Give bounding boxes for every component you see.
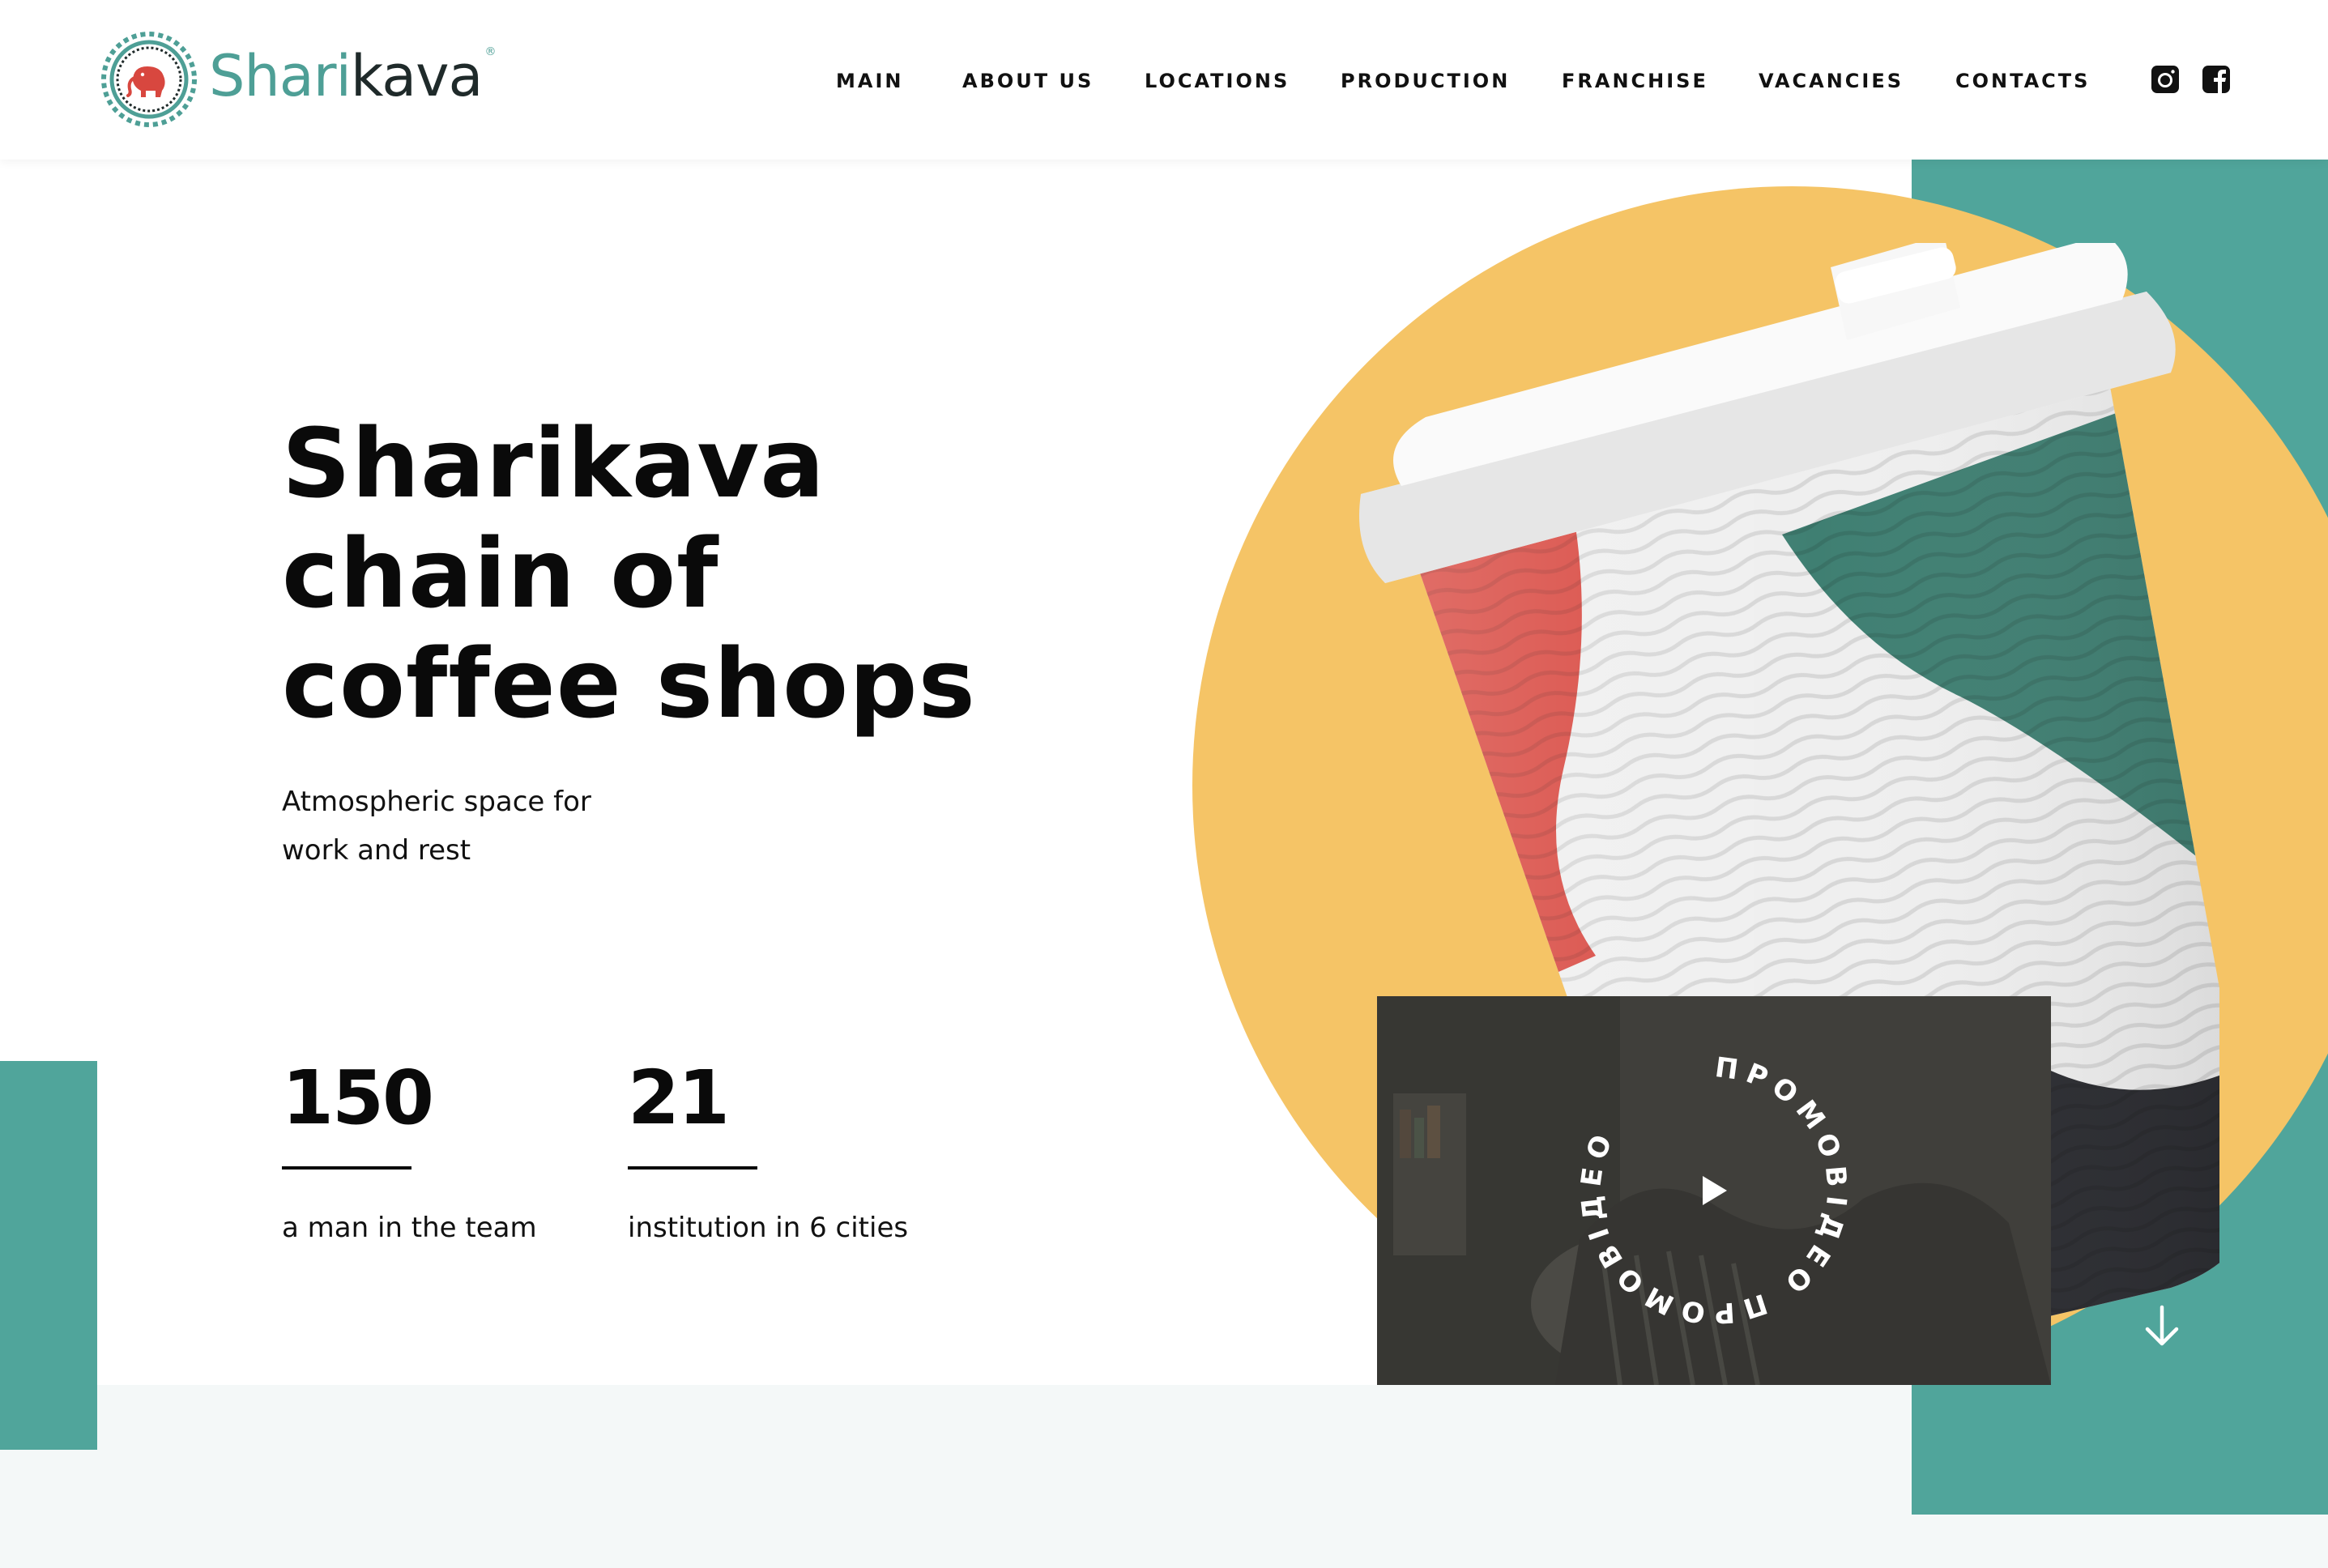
nav-item-main[interactable]: MAIN	[836, 65, 903, 97]
nav-item-contacts[interactable]: CONTACTS	[1955, 65, 2090, 97]
hero-title-line-2: chain of	[282, 518, 719, 629]
stat-team-label: a man in the team	[282, 1212, 537, 1244]
nav-item-vacancies[interactable]: VACANCIES	[1759, 65, 1904, 97]
hero-subtitle-line-1: Atmospheric space for	[282, 786, 591, 818]
elephant-mandala-icon	[101, 32, 197, 127]
nav-item-about-us[interactable]: ABOUT US	[962, 65, 1094, 97]
stat-institutions-label: institution in 6 cities	[628, 1212, 909, 1244]
brand-name-part-a: Shari	[209, 43, 352, 109]
brand-name-part-b: kava	[350, 43, 484, 109]
registered-mark: ®	[484, 45, 496, 58]
teal-block-left	[0, 1061, 97, 1450]
stat-institutions: 21 institution in 6 cities	[628, 1061, 908, 1244]
stat-institutions-underline	[628, 1166, 757, 1170]
stat-institutions-value: 21	[628, 1055, 730, 1141]
promo-video-card[interactable]: ПРОМОВІДЕО ПРОМОВІДЕО	[1377, 996, 2051, 1385]
stat-team-value: 150	[282, 1055, 434, 1141]
hero-subtitle-line-2: work and rest	[282, 834, 471, 867]
nav-item-production[interactable]: PRODUCTION	[1341, 65, 1510, 97]
nav-item-locations[interactable]: LOCATIONS	[1145, 65, 1290, 97]
site-header: Sharikava ® MAIN ABOUT US LOCATIONS PROD…	[0, 0, 2328, 160]
facebook-icon[interactable]	[2202, 65, 2231, 94]
play-icon[interactable]	[1698, 1174, 1730, 1207]
nav-item-franchise[interactable]: FRANCHISE	[1562, 65, 1708, 97]
stat-team-underline	[282, 1166, 411, 1170]
hero-title-line-3: coffee shops	[282, 628, 976, 739]
brand-wordmark: Sharikava ®	[209, 46, 496, 104]
instagram-icon[interactable]	[2151, 65, 2180, 94]
brand-logo[interactable]: Sharikava ®	[100, 31, 496, 128]
hero-subtitle: Atmospheric space for work and rest	[282, 778, 591, 875]
hero-title: Sharikava chain of coffee shops	[282, 408, 976, 739]
hero-title-line-1: Sharikava	[282, 407, 825, 519]
stat-team: 150 a man in the team	[282, 1061, 537, 1244]
arrow-down-icon[interactable]	[2142, 1304, 2182, 1348]
